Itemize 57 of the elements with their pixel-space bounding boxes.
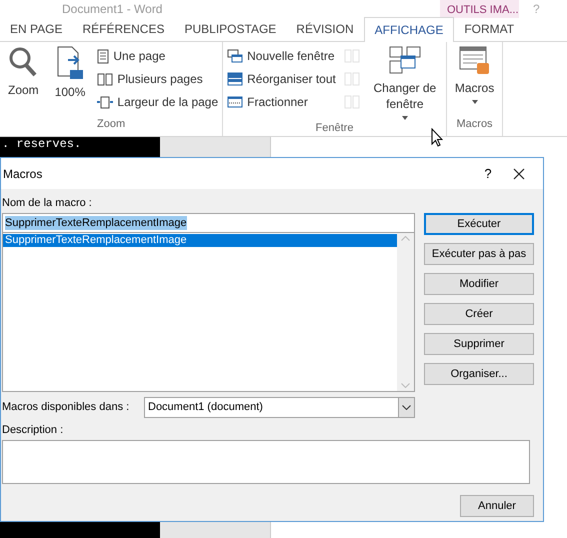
ribbon-tab[interactable]: PUBLIPOSTAGE xyxy=(174,17,286,41)
field-label: Description : xyxy=(1,423,64,437)
chevron-down-icon xyxy=(402,405,411,410)
field-label: Nom de la macro : xyxy=(2,196,93,210)
ribbon-button[interactable]: Une page xyxy=(97,46,218,66)
arrange-icon xyxy=(227,72,244,86)
ribbon-button[interactable]: Réorganiser tout xyxy=(227,69,336,89)
page-width-icon xyxy=(97,96,114,108)
macro-list[interactable]: SupprimerTexteRemplacementImage xyxy=(2,233,415,392)
side-by-side-icon xyxy=(344,95,360,109)
ribbon-tab[interactable]: RÉFÉRENCES xyxy=(72,17,174,41)
dialog-button[interactable]: Créer xyxy=(424,303,534,325)
side-by-side-icon xyxy=(344,72,360,86)
macro-name-field[interactable]: SupprimerTexteRemplacementImage xyxy=(2,213,415,233)
dropdown-value: Document1 (document) xyxy=(147,400,264,416)
pages-icon xyxy=(97,72,114,86)
field-label: Macros disponibles dans : xyxy=(2,400,130,416)
group-label: Zoom xyxy=(97,116,126,132)
ribbon-button[interactable]: Nouvelle fenêtre xyxy=(227,46,336,66)
group-label: Macros xyxy=(456,116,493,132)
magnifier-icon xyxy=(8,46,38,78)
page-icon xyxy=(97,48,110,64)
ribbon-button[interactable]: 100% xyxy=(50,46,90,116)
help-button[interactable]: ? xyxy=(473,164,503,184)
group-label: Fenêtre xyxy=(316,121,354,136)
page-icon xyxy=(56,46,84,80)
new-window-icon xyxy=(227,49,244,63)
ribbon-tab[interactable]: EN PAGE xyxy=(0,17,72,41)
split-icon xyxy=(227,96,244,108)
chevron-up-icon[interactable] xyxy=(401,236,410,241)
description-field[interactable] xyxy=(2,440,530,484)
ribbon-button[interactable]: Zoom xyxy=(4,46,43,116)
close-icon[interactable] xyxy=(513,168,525,180)
dialog-button[interactable]: Supprimer xyxy=(424,333,534,355)
scrollbar[interactable] xyxy=(397,233,414,391)
code-text: . reserves. xyxy=(1,137,82,151)
ribbon-button[interactable]: Plusieurs pages xyxy=(97,69,218,89)
source-dropdown[interactable]: Document1 (document) xyxy=(144,397,415,418)
dialog-button[interactable]: Exécuter xyxy=(424,213,534,235)
switch-windows-icon xyxy=(388,46,421,76)
selected-text: SupprimerTexteRemplacementImage xyxy=(5,216,187,230)
dialog-title: Macros xyxy=(3,166,44,182)
list-item[interactable]: SupprimerTexteRemplacementImage xyxy=(3,234,397,247)
macro-icon xyxy=(458,46,491,76)
cancel-button[interactable]: Annuler xyxy=(460,495,534,517)
ribbon-button[interactable]: Fractionner xyxy=(227,92,336,112)
ribbon-button[interactable]: Macros xyxy=(450,46,498,116)
window-title: Document1 - Word xyxy=(62,1,162,18)
ribbon-tab[interactable]: RÉVISION xyxy=(286,17,364,41)
dialog-button[interactable]: Modifier xyxy=(424,273,534,295)
dialog-button[interactable]: Exécuter pas à pas xyxy=(424,243,534,265)
ribbon-tab[interactable]: AFFICHAGE xyxy=(364,17,454,42)
chevron-down-icon[interactable] xyxy=(401,383,410,388)
side-by-side-icon xyxy=(344,49,360,63)
ribbon-button[interactable]: Largeur de la page xyxy=(97,92,218,112)
ribbon-button[interactable]: Changer de fenêtre xyxy=(368,46,442,120)
dialog-button[interactable]: Organiser... xyxy=(424,363,534,385)
